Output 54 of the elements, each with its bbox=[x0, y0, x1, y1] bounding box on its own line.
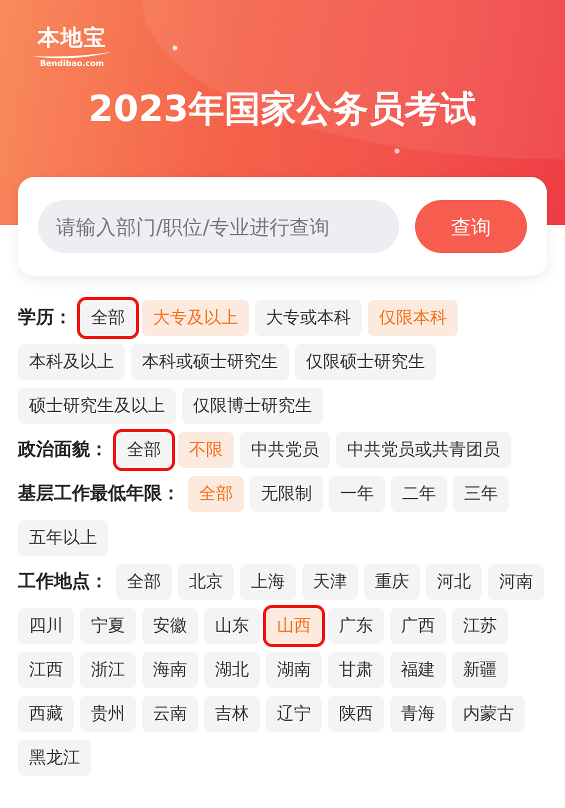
filter-label: 基层工作最低年限： bbox=[18, 482, 180, 506]
filter-label: 政治面貌： bbox=[18, 438, 108, 462]
filter-option[interactable]: 海南 bbox=[142, 652, 198, 688]
filter-option[interactable]: 中共党员或共青团员 bbox=[336, 432, 511, 468]
filter-option[interactable]: 天津 bbox=[302, 564, 358, 600]
filter-option[interactable]: 二年 bbox=[391, 476, 447, 512]
filter-option[interactable]: 仅限硕士研究生 bbox=[295, 344, 436, 380]
filter-option[interactable]: 湖南 bbox=[266, 652, 322, 688]
filter-option[interactable]: 大专或本科 bbox=[255, 300, 362, 336]
filter-option[interactable]: 广东 bbox=[328, 608, 384, 644]
filter-option[interactable]: 北京 bbox=[178, 564, 234, 600]
filter-option[interactable]: 陕西 bbox=[328, 696, 384, 732]
filter-option[interactable]: 吉林 bbox=[204, 696, 260, 732]
filter-option[interactable]: 硕士研究生及以上 bbox=[18, 388, 176, 424]
filter-option[interactable]: 云南 bbox=[142, 696, 198, 732]
filter-option[interactable]: 辽宁 bbox=[266, 696, 322, 732]
filter-option[interactable]: 中共党员 bbox=[240, 432, 330, 468]
filter-option[interactable]: 三年 bbox=[453, 476, 509, 512]
filter-option[interactable]: 仅限博士研究生 bbox=[182, 388, 323, 424]
filter-option[interactable]: 广西 bbox=[390, 608, 446, 644]
filter-option[interactable]: 江西 bbox=[18, 652, 74, 688]
filter-option[interactable]: 本科及以上 bbox=[18, 344, 125, 380]
filter-option[interactable]: 浙江 bbox=[80, 652, 136, 688]
filter-option[interactable]: 江苏 bbox=[452, 608, 508, 644]
filter-option[interactable]: 山东 bbox=[204, 608, 260, 644]
filter-option[interactable]: 西藏 bbox=[18, 696, 74, 732]
filter-option[interactable]: 内蒙古 bbox=[452, 696, 525, 732]
filter-option[interactable]: 四川 bbox=[18, 608, 74, 644]
logo-domain: Bendibao.com bbox=[40, 60, 104, 68]
filter-option[interactable]: 青海 bbox=[390, 696, 446, 732]
filter-option[interactable]: 福建 bbox=[390, 652, 446, 688]
filter-option[interactable]: 甘肃 bbox=[328, 652, 384, 688]
filter-option[interactable]: 无限制 bbox=[250, 476, 323, 512]
filter-option[interactable]: 宁夏 bbox=[80, 608, 136, 644]
filter-option[interactable]: 全部 bbox=[116, 432, 172, 468]
page-title: 2023年国家公务员考试 bbox=[88, 89, 477, 130]
filter-label: 工作地点： bbox=[18, 570, 108, 594]
search-field[interactable]: 请输入部门/职位/专业进行查询 bbox=[38, 200, 399, 253]
filter-option[interactable]: 全部 bbox=[116, 564, 172, 600]
filter-option[interactable]: 贵州 bbox=[80, 696, 136, 732]
filter-label: 学历： bbox=[18, 306, 72, 330]
filter-option[interactable]: 河北 bbox=[426, 564, 482, 600]
filter-option[interactable]: 湖北 bbox=[204, 652, 260, 688]
filter-option[interactable]: 新疆 bbox=[452, 652, 508, 688]
filter-option[interactable]: 黑龙江 bbox=[18, 740, 91, 776]
filter-option[interactable]: 全部 bbox=[80, 300, 136, 336]
filter-option[interactable]: 一年 bbox=[329, 476, 385, 512]
filter-option[interactable]: 重庆 bbox=[364, 564, 420, 600]
logo-text: 本地宝 bbox=[38, 28, 106, 50]
filter-option[interactable]: 五年以上 bbox=[18, 520, 108, 556]
filter-option[interactable]: 安徽 bbox=[142, 608, 198, 644]
filter-option[interactable]: 本科或硕士研究生 bbox=[131, 344, 289, 380]
filter-option[interactable]: 河南 bbox=[488, 564, 544, 600]
filter-option[interactable]: 上海 bbox=[240, 564, 296, 600]
